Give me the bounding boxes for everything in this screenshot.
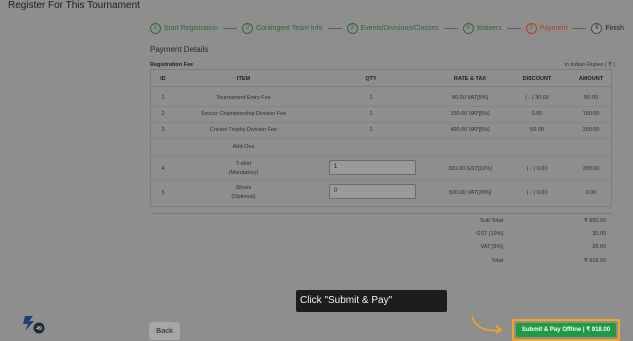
row-rate: 300.00 GST[10%] <box>448 166 492 172</box>
step-label: Payment <box>539 24 568 32</box>
guide-tooltip: Click "Submit & Pay" <box>296 290 447 312</box>
row-discount: 0.00 <box>531 111 543 117</box>
step-label: Start Registration <box>164 24 219 32</box>
row-item-note: (Optional) <box>231 194 256 200</box>
row-id: 5 <box>161 190 165 196</box>
step-events-divisions[interactable]: 3 Events/Divisions/Classes <box>346 22 439 34</box>
header-id: ID <box>160 76 166 82</box>
pay-button-highlight: Submit & Pay Offline | ₹ 918.00 <box>512 319 620 341</box>
step-waivers[interactable]: 4 Waivers <box>462 22 502 34</box>
step-number: 5 <box>525 22 537 34</box>
row-divider <box>151 180 611 181</box>
step-number: 1 <box>150 22 161 34</box>
row-amount: 350.00 <box>582 127 600 133</box>
row-rate: 500.00 VAT[20%] <box>448 190 492 196</box>
vat-label: VAT [5%] <box>480 244 503 250</box>
row-id: 1 <box>161 95 165 101</box>
gst-label: GST [10%] <box>476 231 503 237</box>
step-connector <box>443 27 458 29</box>
subtotal-value: ₹ 850.00 <box>584 218 606 224</box>
subtotal-label: Sub Total <box>480 218 503 224</box>
row-item: Soccer Championship Division Fee <box>200 111 287 117</box>
currency-note: in Indian Rupee ( ₹ ) <box>564 62 615 68</box>
header-rate-tax: RATE & TAX <box>453 76 487 82</box>
step-label: Events/Divisions/Classes <box>360 24 439 32</box>
total-row: Total ₹ 918.00 <box>406 258 606 268</box>
registration-fee-label: Registration Fee <box>150 62 194 68</box>
step-connector <box>223 27 238 29</box>
header-amount: AMOUNT <box>578 76 604 82</box>
header-discount: DISCOUNT <box>522 76 552 82</box>
header-item: ITEM <box>236 76 251 82</box>
step-connector <box>327 27 342 29</box>
vat-row: VAT [5%] 28.00 <box>406 244 606 254</box>
gst-row: GST [10%] 30.00 <box>406 231 606 241</box>
step-number: 2 <box>242 22 254 34</box>
row-amount: 150.00 <box>582 111 600 117</box>
gst-value: 30.00 <box>592 231 606 237</box>
page-title: Register For This Tournament <box>8 0 140 11</box>
step-label: Contingent Team Info <box>256 24 323 32</box>
row-qty: 1 <box>369 111 373 117</box>
row-qty: 1 <box>369 95 373 101</box>
row-item: Shoes <box>235 185 252 191</box>
row-rate: 80.00 VAT[5%] <box>451 95 489 101</box>
step-number: 6 <box>591 22 603 34</box>
row-item: Tournament Entry Fee <box>216 95 271 101</box>
row-discount: ( - ) 0.00 <box>526 166 548 172</box>
row-discount: ( - ) 0.00 <box>526 190 548 196</box>
step-payment[interactable]: 5 Payment <box>525 22 568 34</box>
curved-arrow-icon <box>471 316 502 334</box>
logo-badge: 49 <box>36 326 42 332</box>
row-divider <box>151 138 611 139</box>
row-amount: 50.00 <box>584 95 598 101</box>
step-contingent-team-info[interactable]: 2 Contingent Team Info <box>242 22 323 34</box>
step-start-registration[interactable]: 1 Start Registration <box>150 22 219 34</box>
fee-table: ID ITEM QTY RATE & TAX DISCOUNT AMOUNT 1… <box>150 69 612 207</box>
row-discount: 50.00 <box>530 127 544 133</box>
total-value: ₹ 918.00 <box>584 258 606 264</box>
tshirt-quantity-input[interactable]: 1 <box>329 160 416 175</box>
app-frame: Register For This Tournament 1 Start Reg… <box>0 0 633 341</box>
total-label: Total <box>491 258 503 264</box>
step-number: 4 <box>462 22 474 34</box>
row-amount: 300.00 <box>582 166 600 172</box>
header-qty: QTY <box>365 76 377 82</box>
row-item: T-shirt <box>235 161 252 167</box>
row-rate: 400.00 VAT[5%] <box>450 127 490 133</box>
step-number: 3 <box>346 22 358 34</box>
row-qty: 1 <box>369 127 373 133</box>
shoes-quantity-input[interactable]: 0 <box>329 184 416 199</box>
row-id: 2 <box>161 111 165 117</box>
subtotal-row: Sub Total ₹ 850.00 <box>406 218 606 228</box>
row-id: 3 <box>161 127 165 133</box>
vat-value: 28.00 <box>592 244 606 250</box>
step-label: Finish <box>605 24 625 32</box>
addons-label: Add-Ons <box>232 144 255 150</box>
submit-and-pay-button[interactable]: Submit & Pay Offline | ₹ 918.00 <box>516 323 616 337</box>
back-button[interactable]: Back <box>149 322 180 340</box>
step-connector <box>506 27 521 29</box>
stepper: 1 Start Registration 2 Contingent Team I… <box>150 21 624 35</box>
row-divider <box>151 122 611 123</box>
row-item: Cricket Trophy Division Fee <box>209 127 278 133</box>
row-divider <box>151 155 611 156</box>
totals-divider <box>150 213 612 214</box>
step-connector <box>572 27 587 29</box>
step-label: Waivers <box>476 24 502 32</box>
row-discount: ( - ) 30.00 <box>525 95 549 101</box>
table-header: ID ITEM QTY RATE & TAX DISCOUNT AMOUNT <box>151 70 611 87</box>
app-logo-icon: 49 <box>23 316 45 334</box>
row-divider <box>151 106 611 107</box>
row-rate: 150.00 VAT[5%] <box>450 111 490 117</box>
row-amount: 0.00 <box>585 190 597 196</box>
step-finish[interactable]: 6 Finish <box>591 22 625 34</box>
row-item-note: (Mandatory) <box>228 170 259 176</box>
row-id: 4 <box>161 166 165 172</box>
payment-details-title: Payment Details <box>150 45 209 54</box>
